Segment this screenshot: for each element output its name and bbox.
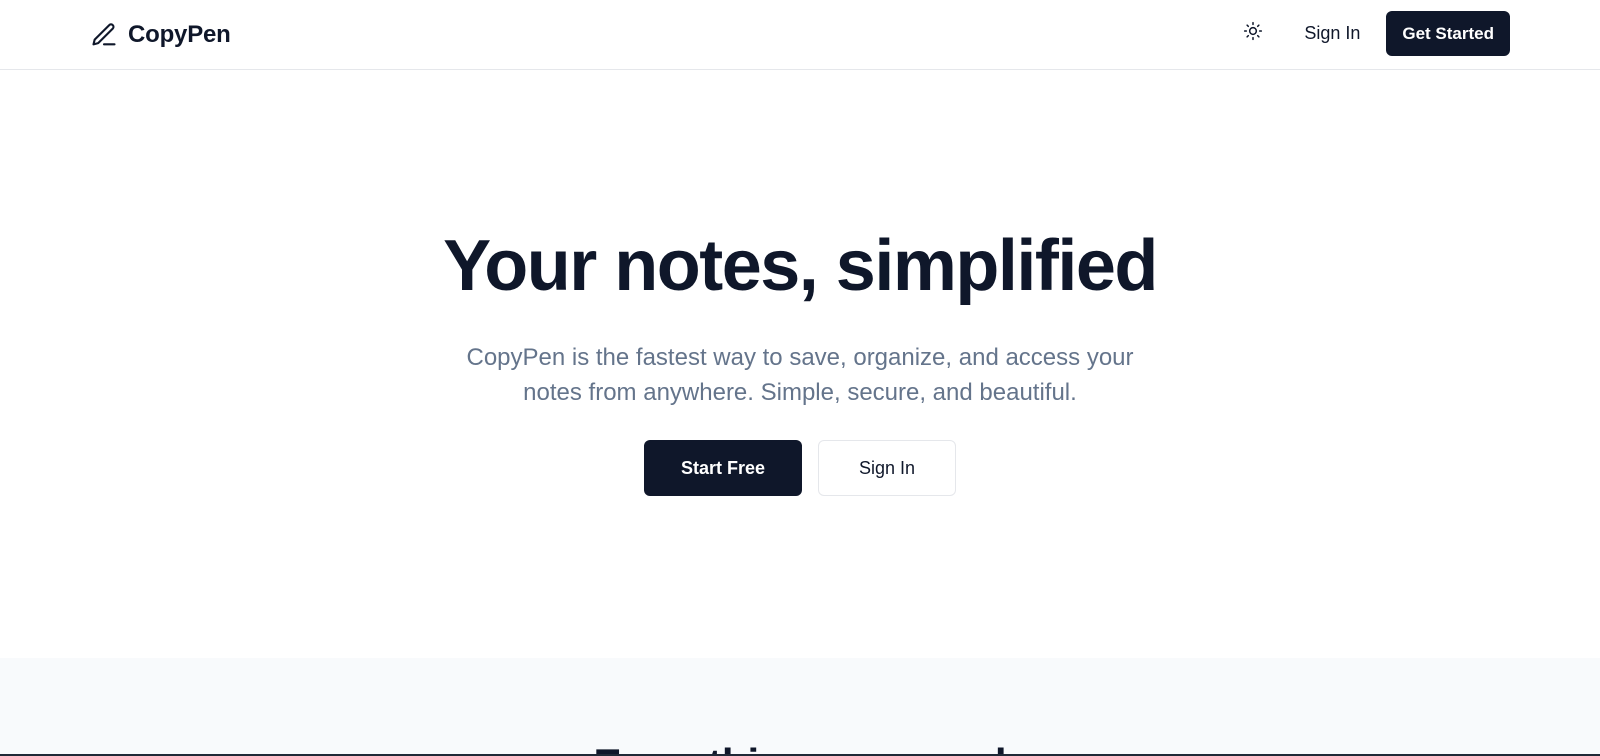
features-section: Everything you need — [0, 658, 1600, 756]
pen-icon — [90, 21, 118, 49]
nav-sign-in-link[interactable]: Sign In — [1290, 23, 1374, 44]
header-actions: Sign In Get Started — [1236, 11, 1510, 56]
hero-title: Your notes, simplified — [443, 226, 1158, 306]
top-navbar: CopyPen Sign In Get Started — [0, 0, 1600, 70]
hero-actions: Start Free Sign In — [0, 440, 1600, 496]
sun-icon — [1243, 21, 1263, 46]
hero-sign-in-button[interactable]: Sign In — [818, 440, 956, 496]
get-started-button[interactable]: Get Started — [1386, 11, 1510, 56]
brand-name: CopyPen — [128, 21, 231, 48]
brand-logo[interactable]: CopyPen — [90, 18, 231, 52]
hero-section: Your notes, simplified CopyPen is the fa… — [0, 70, 1600, 658]
hero-subtitle: CopyPen is the fastest way to save, orga… — [466, 344, 1134, 406]
theme-toggle-button[interactable] — [1236, 17, 1270, 51]
start-free-button[interactable]: Start Free — [644, 440, 802, 496]
